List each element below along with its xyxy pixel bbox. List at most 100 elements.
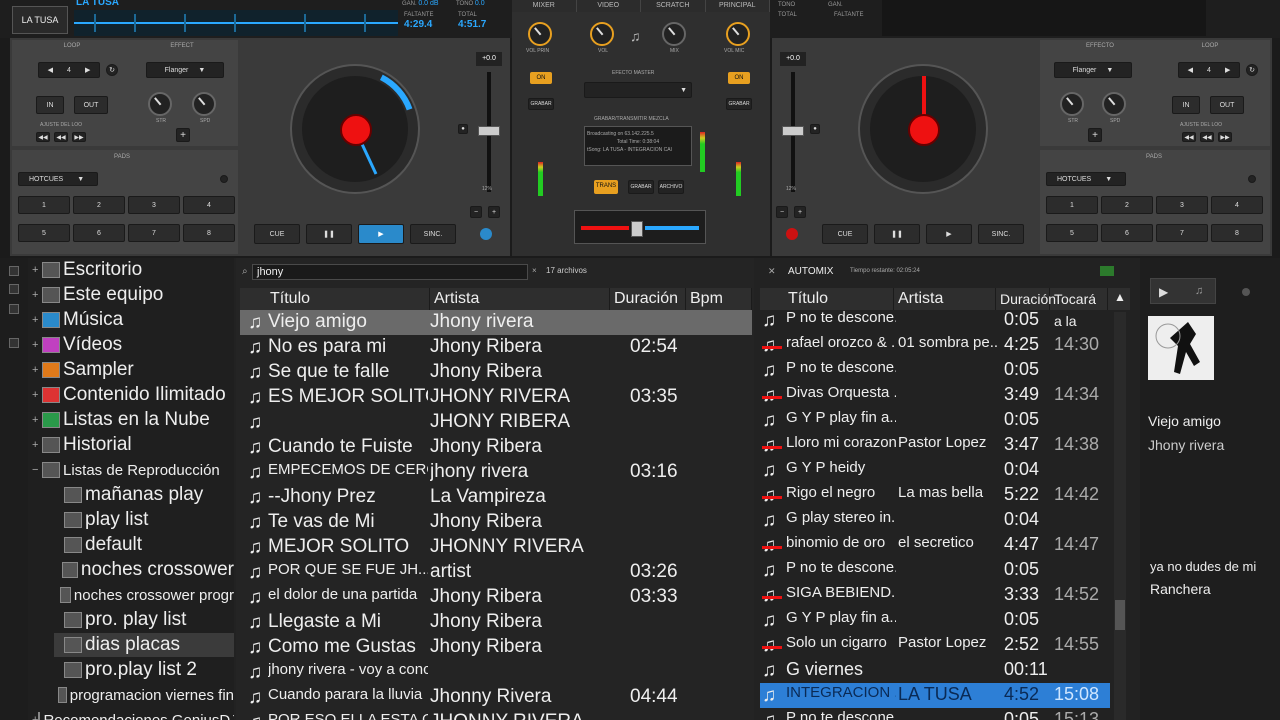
crossfader-handle[interactable] xyxy=(631,221,643,237)
file-row[interactable]: ♫ POR QUE SE FUE JH... artist 03:26 xyxy=(240,560,752,585)
automix-row[interactable]: ♫ P no te descone... 0:05 15:13 xyxy=(760,708,1110,720)
automix-row[interactable]: ♫ G play stereo in... 0:04 xyxy=(760,508,1110,533)
loop-reset-icon[interactable]: ↻ xyxy=(106,64,118,76)
automix-row[interactable]: ♫ P no te descone... 0:05 xyxy=(760,558,1110,583)
file-row[interactable]: ♫ POR ESO ELLA ESTA CJHONNY RIVERA xyxy=(240,710,752,720)
effect-str-knob[interactable] xyxy=(1060,92,1084,116)
pitch-reset-icon[interactable]: ● xyxy=(458,124,468,134)
loop-back-icon[interactable]: ◀◀ xyxy=(36,132,50,142)
tab-scratch[interactable]: SCRATCH xyxy=(641,0,706,12)
add-effect-icon[interactable]: + xyxy=(1088,128,1102,142)
file-row[interactable]: ♫ Como me Gustas Jhony Ribera xyxy=(240,635,752,660)
crossfader[interactable] xyxy=(574,210,706,244)
right-record-button[interactable]: GRABAR xyxy=(726,98,752,110)
automix-row[interactable]: ♫ P no te descone... 0:05 xyxy=(760,308,1110,333)
file-row[interactable]: ♫ ES MEJOR SOLITO JHONY RIVERA 03:35 xyxy=(240,385,752,410)
hotcues-selector[interactable]: HOTCUES ▼ xyxy=(1046,172,1126,186)
tree-item[interactable]: + Listas en la Nube xyxy=(32,408,234,432)
expand-toggle-icon[interactable]: + xyxy=(32,289,42,301)
tree-item[interactable]: noches crossower progr xyxy=(54,583,234,607)
file-row[interactable]: ♫ el dolor de una partida Jhony Ribera 03:3… xyxy=(240,585,752,610)
pad-1[interactable]: 1 xyxy=(18,196,70,214)
play-button[interactable]: ▶ xyxy=(358,224,404,244)
pitch-down-button[interactable]: − xyxy=(470,206,482,218)
pad-4[interactable]: 4 xyxy=(1211,196,1263,214)
pad-8[interactable]: 8 xyxy=(183,224,235,242)
close-icon[interactable]: ✕ xyxy=(768,266,776,277)
loop-half-icon[interactable]: ◀◀ xyxy=(54,132,68,142)
effect-spd-knob[interactable] xyxy=(1102,92,1126,116)
loop-out-button[interactable]: OUT xyxy=(74,96,108,114)
automix-row[interactable]: ♫ G viernes 00:11 xyxy=(760,658,1110,683)
pads-options-icon[interactable] xyxy=(1248,175,1256,183)
file-row[interactable]: ♫ No es para mi Jhony Ribera 02:54 xyxy=(240,335,752,360)
pad-7[interactable]: 7 xyxy=(1156,224,1208,242)
trans-button[interactable]: TRANS xyxy=(594,180,618,194)
tree-item[interactable]: + Historial xyxy=(32,433,234,457)
automix-scrollbar[interactable] xyxy=(1114,312,1126,720)
pad-3[interactable]: 3 xyxy=(1156,196,1208,214)
column-play-time[interactable]: Tocará a la xyxy=(1050,288,1108,329)
pitch-down-button[interactable]: − xyxy=(776,206,788,218)
pitch-fader-handle[interactable] xyxy=(782,126,804,136)
file-row[interactable]: ♫ EMPECEMOS DE CERO jhony rivera 03:16 xyxy=(240,460,752,485)
tree-item[interactable]: default xyxy=(54,533,234,557)
loop-size-selector[interactable]: ◀ 4 ▶ xyxy=(38,62,100,78)
expand-toggle-icon[interactable]: + xyxy=(32,264,42,276)
loop-forward-icon[interactable]: ▶▶ xyxy=(72,132,86,142)
preview-player[interactable]: ▶ ♫ xyxy=(1150,278,1216,304)
tree-item[interactable]: pro. play list xyxy=(54,608,234,632)
file-row[interactable]: ♫ MEJOR SOLITO JHONNY RIVERA xyxy=(240,535,752,560)
scroll-up-icon[interactable]: ▲ xyxy=(1114,290,1126,304)
right-waveform[interactable] xyxy=(882,0,1206,36)
cue-button[interactable]: CUE xyxy=(254,224,300,244)
loop-forward-icon[interactable]: ▶▶ xyxy=(1218,132,1232,142)
expand-toggle-icon[interactable]: + xyxy=(32,439,42,451)
automix-row[interactable]: ♫Rigo el negroLa mas bella5:2214:42 xyxy=(760,483,1110,508)
expand-toggle-icon[interactable]: + xyxy=(32,339,42,351)
pad-6[interactable]: 6 xyxy=(73,224,125,242)
tree-item[interactable]: mañanas play xyxy=(54,483,234,507)
expand-toggle-icon[interactable]: − xyxy=(32,464,42,476)
effect-selector[interactable]: Flanger ▼ xyxy=(146,62,224,78)
column-artist[interactable]: Artista xyxy=(430,288,610,310)
headphones-icon[interactable]: ♫ xyxy=(630,28,641,44)
automix-row[interactable]: ♫SIGA BEBIEND...3:3314:52 xyxy=(760,583,1110,608)
column-title[interactable]: Título xyxy=(266,288,430,310)
expand-toggle-icon[interactable]: + xyxy=(32,414,42,426)
volume-knob[interactable] xyxy=(590,22,614,46)
automix-row[interactable]: ♫binomio de oroel secretico4:4714:47 xyxy=(760,533,1110,558)
cue-button[interactable]: CUE xyxy=(822,224,868,244)
loop-half-icon[interactable]: ◀◀ xyxy=(1200,132,1214,142)
file-row[interactable]: ♫ Se que te falle Jhony Ribera xyxy=(240,360,752,385)
automix-row[interactable]: ♫rafael orozco & ...01 sombra pe...4:251… xyxy=(760,333,1110,358)
file-row[interactable]: ♫ Viejo amigo Jhony rivera xyxy=(240,310,752,335)
loop-in-button[interactable]: IN xyxy=(36,96,64,114)
pad-7[interactable]: 7 xyxy=(128,224,180,242)
pad-8[interactable]: 8 xyxy=(1211,224,1263,242)
loop-reset-icon[interactable]: ↻ xyxy=(1246,64,1258,76)
pause-button[interactable]: ❚❚ xyxy=(874,224,920,244)
column-duration[interactable]: Duración xyxy=(610,288,686,310)
automix-scroll-thumb[interactable] xyxy=(1115,600,1125,630)
tree-item[interactable]: + Sampler xyxy=(32,358,234,382)
loop-icon[interactable] xyxy=(9,338,19,348)
column-duration[interactable]: Duración xyxy=(996,288,1056,310)
file-row[interactable]: ♫ Cuando parara la lluvia Jhonny Rivera 04:… xyxy=(240,685,752,710)
pause-button[interactable]: ❚❚ xyxy=(306,224,352,244)
hotcues-selector[interactable]: HOTCUES ▼ xyxy=(18,172,98,186)
pitch-up-button[interactable]: + xyxy=(794,206,806,218)
file-row[interactable]: ♫ Cuando te Fuiste Jhony Ribera xyxy=(240,435,752,460)
search-input[interactable]: jhony xyxy=(252,264,528,280)
expand-toggle-icon[interactable]: + xyxy=(32,364,42,376)
tree-item[interactable]: + Este equipo xyxy=(32,283,234,307)
right-on-button[interactable]: ON xyxy=(728,72,750,84)
pitch-reset-icon[interactable]: ● xyxy=(810,124,820,134)
tab-principal[interactable]: PRINCIPAL xyxy=(706,0,770,12)
tree-item[interactable]: + Vídeos xyxy=(32,333,234,357)
effect-str-knob[interactable] xyxy=(148,92,172,116)
automix-row[interactable]: ♫ G Y P play fin a... 0:05 xyxy=(760,608,1110,633)
archivo-button[interactable]: ARCHIVO xyxy=(658,180,684,194)
automix-mode-icon[interactable] xyxy=(1100,266,1114,276)
tree-item[interactable]: + Recomendaciones GeniusDJ xyxy=(32,708,234,720)
